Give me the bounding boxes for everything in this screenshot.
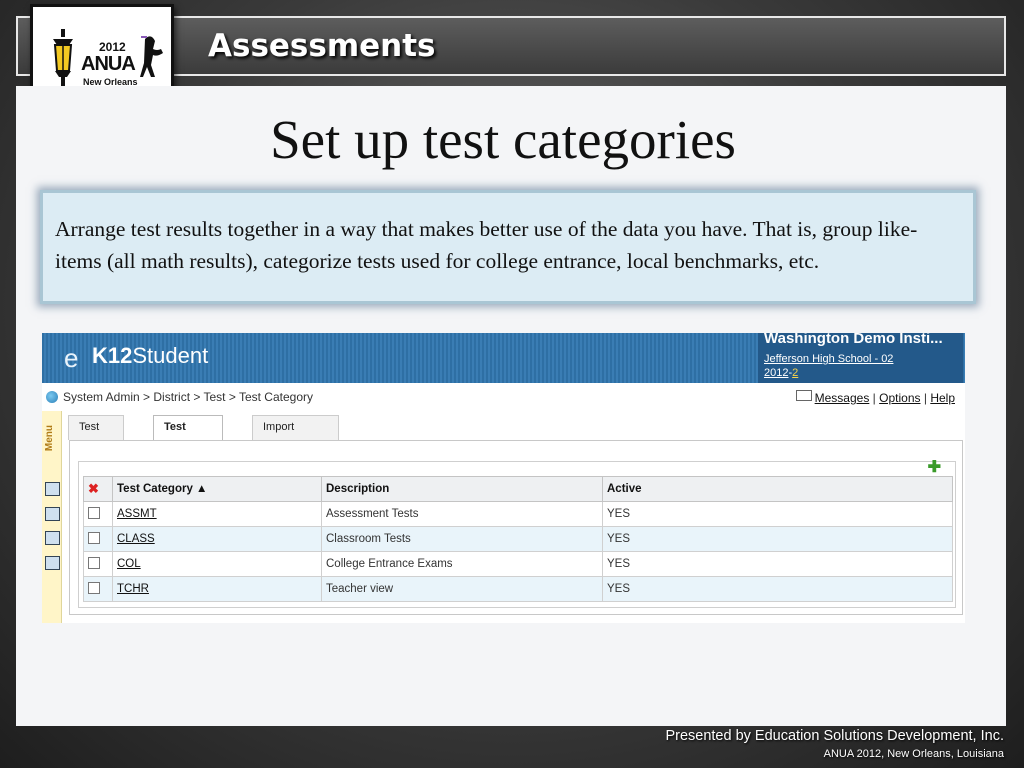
- logo-brand: ANUA: [81, 53, 136, 75]
- table-row: COL College Entrance Exams YES: [83, 551, 953, 577]
- globe-icon: [46, 391, 58, 403]
- table-row: ASSMT Assessment Tests YES: [83, 501, 953, 527]
- tab-import-configuration[interactable]: Import Configuration: [252, 415, 340, 455]
- category-description: Teacher view: [321, 576, 603, 602]
- chart-icon[interactable]: [45, 507, 60, 521]
- row-checkbox[interactable]: [88, 531, 100, 544]
- footer-event: ANUA 2012, New Orleans, Louisiana: [823, 748, 1004, 760]
- lantern-icon: [53, 29, 73, 91]
- school-link[interactable]: Jefferson High School - 02: [764, 353, 893, 365]
- category-active: YES: [602, 576, 953, 602]
- help-link[interactable]: Help: [930, 391, 955, 405]
- tab-panel: ✚ ✖ Test Category ▲ Description Active A…: [69, 440, 963, 615]
- footer-presenter: Presented by Education Solutions Develop…: [665, 728, 1004, 744]
- category-code-link[interactable]: COL: [112, 551, 322, 577]
- table-header-row: ✖ Test Category ▲ Description Active: [83, 476, 953, 502]
- report-icon[interactable]: [45, 531, 60, 545]
- plus-icon[interactable]: ✚: [928, 457, 941, 477]
- musician-icon: [140, 36, 163, 77]
- row-checkbox[interactable]: [88, 506, 100, 519]
- k12student-app: e K12Student Washington Demo Insti... Je…: [42, 333, 965, 623]
- grid-container: ✚ ✖ Test Category ▲ Description Active A…: [78, 459, 956, 608]
- options-link[interactable]: Options: [879, 391, 920, 405]
- logo-year: 2012: [99, 40, 126, 54]
- table-row: TCHR Teacher view YES: [83, 576, 953, 602]
- tab-test-category[interactable]: Test Category: [153, 415, 223, 455]
- category-code-link[interactable]: ASSMT: [112, 501, 322, 527]
- messages-link[interactable]: Messages: [815, 391, 870, 405]
- breadcrumb-row: System Admin > District > Test > Test Ca…: [42, 387, 965, 409]
- row-checkbox[interactable]: [88, 581, 100, 594]
- description-callout: Arrange test results together in a way t…: [40, 190, 976, 304]
- app-header: e K12Student Washington Demo Insti... Je…: [42, 333, 965, 383]
- app-logo-name: K12Student: [92, 343, 209, 368]
- deck-title: Assessments: [208, 28, 436, 64]
- delete-icon[interactable]: ✖: [88, 481, 99, 496]
- category-description: Assessment Tests: [321, 501, 603, 527]
- test-category-table: ✖ Test Category ▲ Description Active ASS…: [83, 476, 953, 602]
- menu-label[interactable]: Menu: [44, 425, 55, 451]
- delete-column-header[interactable]: ✖: [83, 476, 113, 502]
- app-logo-mark: e: [64, 343, 79, 373]
- tab-test-master[interactable]: Test Master: [68, 415, 124, 455]
- column-description[interactable]: Description: [321, 476, 603, 502]
- column-active[interactable]: Active: [602, 476, 953, 502]
- top-links: Messages | Options | Help: [795, 390, 955, 405]
- table-row: CLASS Classroom Tests YES: [83, 526, 953, 552]
- category-active: YES: [602, 526, 953, 552]
- side-menu[interactable]: Menu: [42, 411, 62, 623]
- column-test-category[interactable]: Test Category ▲: [112, 476, 322, 502]
- category-active: YES: [602, 551, 953, 577]
- row-checkbox[interactable]: [88, 556, 100, 569]
- school-year: 2012-2: [764, 367, 799, 379]
- institution-box: Washington Demo Insti... Jefferson High …: [758, 333, 963, 383]
- category-code-link[interactable]: TCHR: [112, 576, 322, 602]
- export-icon[interactable]: [45, 556, 60, 570]
- breadcrumb: System Admin > District > Test > Test Ca…: [63, 390, 313, 404]
- category-description: Classroom Tests: [321, 526, 603, 552]
- term-link[interactable]: 2: [792, 367, 798, 379]
- mail-icon: [795, 390, 812, 401]
- category-active: YES: [602, 501, 953, 527]
- category-code-link[interactable]: CLASS: [112, 526, 322, 552]
- category-description: College Entrance Exams: [321, 551, 603, 577]
- slide-title: Set up test categories: [270, 109, 736, 170]
- year-link[interactable]: 2012: [764, 367, 788, 379]
- printer-icon[interactable]: [45, 482, 60, 496]
- institution-name: Washington Demo Insti...: [764, 333, 943, 347]
